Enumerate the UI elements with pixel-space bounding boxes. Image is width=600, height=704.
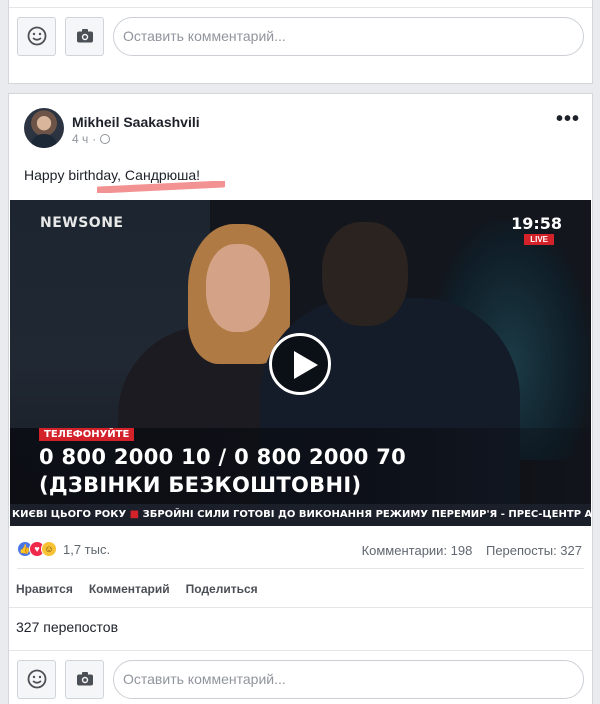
divider [9,650,592,651]
ticker-left: КИЄВІ ЦЬОГО РОКУ [12,509,127,520]
camera-button[interactable] [65,659,104,699]
globe-icon [100,134,111,144]
call-tag: ТЕЛЕФОНУЙТЕ [39,428,135,441]
live-badge: LIVE [524,234,554,245]
pink-underline-annotation [97,181,225,193]
smiley-icon [27,669,46,689]
comment-composer: Оставить комментарий... [17,659,584,699]
comment-button[interactable]: Комментарий [89,582,170,596]
shares-count[interactable]: Перепосты: 327 [486,543,582,558]
divider [17,568,584,569]
play-icon[interactable] [269,333,331,395]
comment-composer: Оставить комментарий... [17,16,584,56]
comment-input[interactable]: Оставить комментарий... [113,659,584,699]
post-stats: Комментарии: 198 Перепосты: 327 [362,543,582,558]
comment-input[interactable]: Оставить комментарий... [113,16,584,56]
emoji-button[interactable] [17,659,56,699]
share-button[interactable]: Поделиться [186,582,258,596]
post-meta: 4 ч · [72,132,111,146]
video-clock: 19:58 [511,214,562,233]
post-time[interactable]: 4 ч [72,132,88,146]
phone-numbers: 0 800 2000 10 / 0 800 2000 70 [39,445,407,469]
like-button[interactable]: Нравится [16,582,73,596]
smiley-icon [27,26,46,46]
divider [9,7,592,8]
dot-separator: · [92,132,97,146]
more-options-icon[interactable]: ••• [556,109,580,129]
author-name[interactable]: Mikheil Saakashvili [72,114,200,130]
camera-icon [76,29,93,43]
divider [9,607,592,608]
channel-logo: NEWSONE [40,215,124,231]
ticker-right: ЗБРОЙНІ СИЛИ ГОТОВІ ДО ВИКОНАННЯ РЕЖИМУ … [142,509,591,520]
haha-reaction-icon: ☺ [41,541,57,557]
camera-icon [76,672,93,686]
post-card: Mikheil Saakashvili 4 ч · ••• Happy birt… [8,93,593,704]
free-calls-text: (ДЗВІНКИ БЕЗКОШТОВНІ) [39,473,362,497]
ticker-separator: ■ [129,509,143,520]
shares-link[interactable]: 327 перепостов [16,619,118,635]
video-presenter-face [206,244,270,332]
reactions-summary[interactable]: 👍 ♥ ☺ 1,7 тыс. [17,541,110,557]
video-guest-head [322,222,408,326]
author-avatar[interactable] [24,108,64,148]
comments-count[interactable]: Комментарии: 198 [362,543,473,558]
video-player[interactable]: NEWSONE 19:58 LIVE ТЕЛЕФОНУЙТЕ 0 800 200… [10,200,591,526]
emoji-button[interactable] [17,16,56,56]
news-ticker: КИЄВІ ЦЬОГО РОКУ ■ ЗБРОЙНІ СИЛИ ГОТОВІ Д… [10,504,591,526]
camera-button[interactable] [65,16,104,56]
reactions-count: 1,7 тыс. [63,541,111,557]
post-actions: Нравится Комментарий Поделиться [16,582,258,596]
previous-post-card: Оставить комментарий... [8,0,593,84]
